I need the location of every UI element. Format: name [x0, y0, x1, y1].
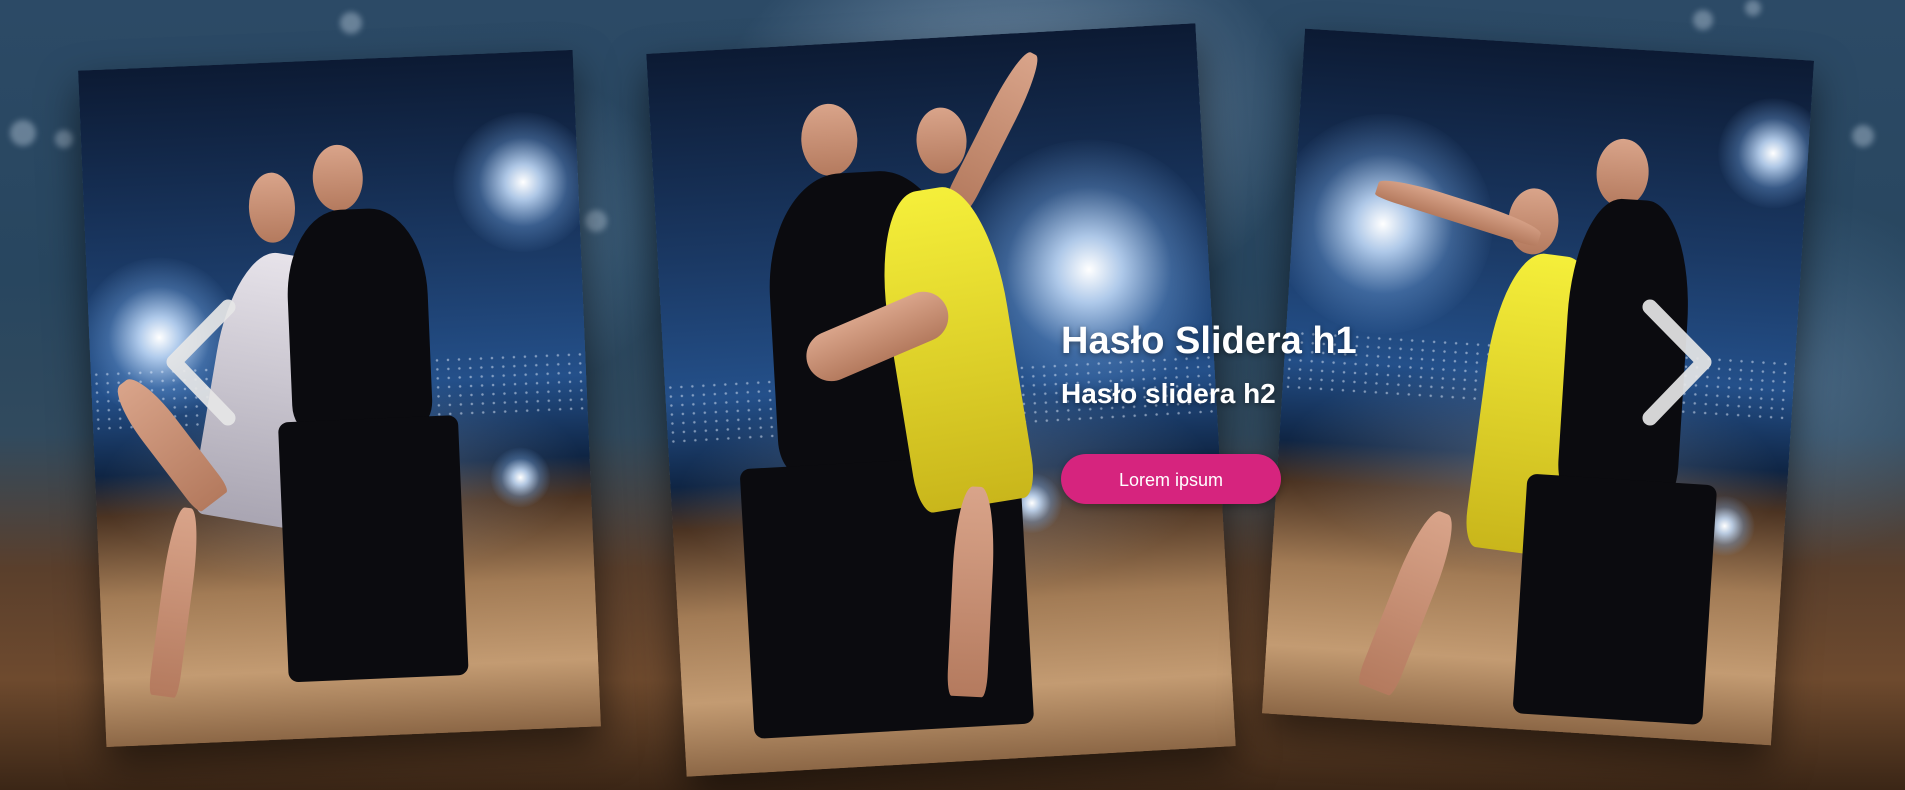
background-bokeh — [1693, 10, 1713, 30]
slide-heading-h1: Hasło Slidera h1 — [1061, 320, 1357, 362]
background-bokeh — [10, 120, 36, 146]
slide-caption: Hasło Slidera h1 Hasło slidera h2 Lorem … — [1061, 318, 1391, 504]
background-bokeh — [1852, 125, 1874, 147]
next-slide-button[interactable] — [1628, 295, 1718, 430]
dancer-man-body — [284, 206, 434, 432]
cta-button[interactable]: Lorem ipsum — [1061, 454, 1281, 504]
background-bokeh — [585, 210, 607, 232]
chevron-left-icon — [166, 299, 236, 426]
hero-slider: Hasło Slidera h1 Hasło slidera h2 Lorem … — [0, 0, 1905, 790]
background-bokeh — [1745, 0, 1761, 16]
dancer-man-legs — [277, 415, 469, 683]
prev-slide-button[interactable] — [160, 295, 250, 430]
background-bokeh — [55, 130, 73, 148]
chevron-right-icon — [1642, 299, 1712, 426]
slide-heading-h2: Hasło slidera h2 — [1061, 378, 1276, 409]
dancer-man-legs — [1512, 473, 1718, 725]
slide-left[interactable] — [78, 49, 601, 748]
background-bokeh — [340, 12, 362, 34]
